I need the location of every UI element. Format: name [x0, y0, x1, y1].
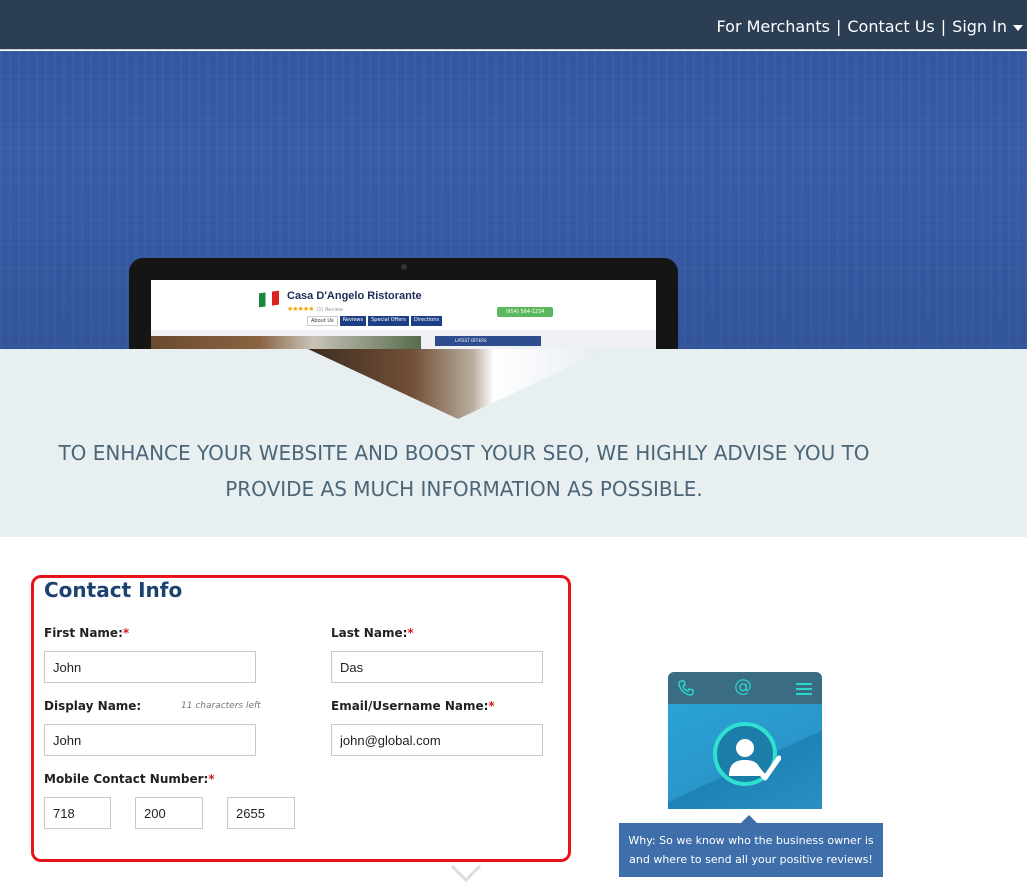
notch-photo	[308, 349, 608, 419]
mobile-area-code-input[interactable]	[44, 797, 111, 829]
required-mark: *	[208, 772, 215, 786]
rating-stars: ★★★★★ (1) Review	[287, 305, 343, 313]
why-tooltip: Why: So we know who the business owner i…	[619, 815, 883, 877]
seo-tagline: TO ENHANCE YOUR WEBSITE AND BOOST YOUR S…	[40, 435, 888, 507]
screen-notch	[308, 349, 608, 419]
sign-in-dropdown[interactable]: Sign In	[952, 17, 1007, 36]
italian-flag-logo	[259, 290, 279, 308]
menu-icon	[796, 683, 812, 695]
mobile-prefix-input[interactable]	[135, 797, 203, 829]
required-mark: *	[122, 626, 130, 640]
top-navbar: For Merchants | Contact Us | Sign In	[0, 0, 1027, 50]
required-mark: *	[407, 626, 414, 640]
contact-us-link[interactable]: Contact Us	[847, 17, 934, 36]
chevron-down-icon[interactable]	[450, 862, 482, 884]
tagline-line-1: TO ENHANCE YOUR WEBSITE AND BOOST YOUR S…	[58, 441, 870, 465]
latest-offers-panel: LATEST OFFERS	[435, 336, 541, 346]
sample-tab: Reviews	[339, 316, 367, 326]
nav-separator: |	[835, 17, 842, 36]
nav-separator: |	[940, 17, 947, 36]
sample-tabs: About Us Reviews Special Offers Directio…	[307, 316, 443, 326]
sample-tab: About Us	[307, 316, 338, 326]
sample-tab: Directions	[410, 316, 443, 326]
sample-business-name: Casa D'Angelo Ristorante	[287, 290, 422, 302]
contact-illustration: @	[668, 672, 822, 809]
display-name-label: Display Name:	[44, 699, 142, 713]
for-merchants-link[interactable]: For Merchants	[717, 17, 830, 36]
display-name-input[interactable]	[44, 724, 256, 756]
caret-down-icon[interactable]	[1013, 24, 1023, 31]
sample-tab: Special Offers	[368, 316, 409, 326]
tooltip-line-2: and where to send all your positive revi…	[629, 853, 873, 866]
tagline-line-2: PROVIDE AS MUCH INFORMATION AS POSSIBLE.	[225, 477, 703, 501]
mobile-number-label: Mobile Contact Number:*	[44, 772, 215, 786]
user-check-icon	[729, 739, 781, 781]
last-name-label: Last Name:*	[331, 626, 414, 640]
required-mark: *	[488, 699, 495, 713]
contact-info-form-highlight	[31, 575, 571, 862]
laptop-camera	[401, 264, 407, 270]
first-name-input[interactable]	[44, 651, 256, 683]
tooltip-line-1: Why: So we know who the business owner i…	[628, 834, 874, 847]
phone-badge: (954) 564-1234	[497, 307, 553, 317]
nav-links: For Merchants | Contact Us | Sign In	[717, 17, 1023, 36]
email-input[interactable]	[331, 724, 543, 756]
mobile-line-input[interactable]	[227, 797, 295, 829]
display-name-char-counter: 11 characters left	[181, 701, 261, 711]
last-name-input[interactable]	[331, 651, 543, 683]
at-sign-icon: @	[734, 676, 752, 697]
email-label: Email/Username Name:*	[331, 699, 495, 713]
phone-icon	[678, 680, 694, 696]
first-name-label: First Name:*	[44, 626, 130, 640]
form-title: Contact Info	[44, 578, 183, 602]
